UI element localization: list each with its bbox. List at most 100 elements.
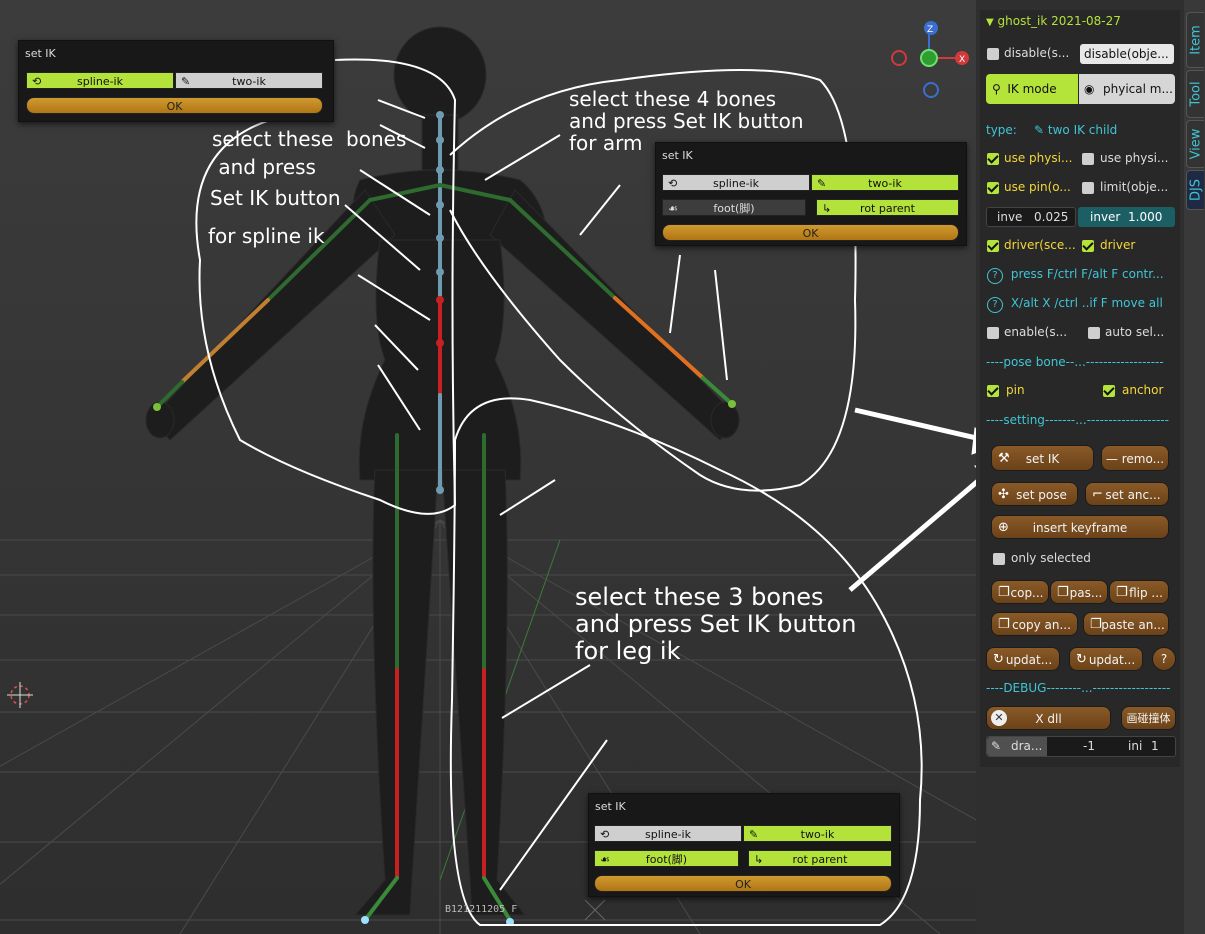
use-pin-checkbox[interactable] <box>987 182 999 194</box>
spline-icon: ⟲ <box>600 828 610 841</box>
annotation-spline-line3: Set IK button <box>210 186 341 210</box>
minus-icon: — <box>1105 452 1118 466</box>
enable-s-label: enable(s... <box>1004 325 1068 339</box>
pose-icon: ✣ <box>998 487 1009 502</box>
driver-scene-checkbox[interactable] <box>987 240 999 252</box>
two-ik-button[interactable]: ✎ two-ik <box>175 72 323 89</box>
annotation-spline-line1: select these bones <box>212 127 407 151</box>
copy-icon: ❐ <box>998 585 1010 600</box>
wrench-icon: ⚒ <box>998 451 1010 466</box>
disable-object-field[interactable]: disable(obje... <box>1080 44 1174 64</box>
popup-title: set IK <box>25 47 56 60</box>
limit-object-label: limit(obje... <box>1100 180 1169 194</box>
bone-icon: ✎ <box>749 828 759 841</box>
close-icon: ✕ <box>991 710 1007 726</box>
spline-ik-button[interactable]: ⟲ spline-ik <box>26 72 174 89</box>
3d-cursor-icon <box>7 682 33 708</box>
ok-button[interactable]: OK <box>662 224 959 241</box>
help-row-2[interactable]: ? X/alt X /ctrl ..if F move all <box>987 296 1163 313</box>
bone-icon: ✎ <box>817 177 827 190</box>
ini-value[interactable]: 1 <box>1151 739 1159 753</box>
draw-toggle[interactable]: ✎ dra... <box>987 737 1047 756</box>
ik-mode-icon: ⚲ <box>992 82 1001 96</box>
use-physics-2-checkbox[interactable] <box>1082 153 1094 165</box>
paste-button[interactable]: ❐ pas... <box>1050 580 1108 604</box>
inverse-right-field[interactable]: inver 1.000 <box>1078 207 1175 227</box>
rotate-parent-icon: ↳ <box>822 202 832 215</box>
tab-djs[interactable]: DJS <box>1186 170 1204 210</box>
object-name-label: B121211205 F <box>445 904 517 915</box>
popup-title: set IK <box>662 149 693 162</box>
remove-button[interactable]: — remo... <box>1101 445 1169 471</box>
flip-button[interactable]: ❐ flip ... <box>1109 580 1169 604</box>
pin-label: pin <box>1006 383 1025 397</box>
physical-mode-button[interactable]: ◉ phyical m... <box>1079 74 1175 104</box>
foot-button[interactable]: ☙ foot(脚) <box>594 850 739 867</box>
pin-checkbox[interactable] <box>987 385 999 397</box>
help-button[interactable]: ? <box>1152 647 1176 671</box>
inverse-left-field[interactable]: inve 0.025 <box>986 207 1076 227</box>
foot-icon: ☙ <box>600 853 610 866</box>
set-ik-popup-arm: set IK ⟲ spline-ik ✎ two-ik ☙ foot(脚) ↳ rot … <box>655 142 967 246</box>
bone-icon: ✎ <box>1034 123 1045 137</box>
ok-button[interactable]: OK <box>594 875 892 892</box>
draw-value[interactable]: -1 <box>1083 739 1095 753</box>
foot-icon: ☙ <box>668 202 678 215</box>
copy-button[interactable]: ❐ cop... <box>991 580 1049 604</box>
ik-mode-button[interactable]: ⚲ IK mode <box>986 74 1078 104</box>
rot-parent-button[interactable]: ↳ rot parent <box>816 199 959 216</box>
annotation-spline-line2: and press <box>212 155 316 179</box>
set-ik-button[interactable]: ⚒ set IK <box>991 445 1094 471</box>
set-ik-popup-spline: set IK ⟲ spline-ik ✎ two-ik OK <box>18 40 334 122</box>
only-selected-checkbox[interactable] <box>993 553 1005 565</box>
copy-icon: ❐ <box>998 617 1010 632</box>
use-physics-1-checkbox[interactable] <box>987 153 999 165</box>
help-row-1[interactable]: ? press F/ctrl F/alt F contr... <box>987 267 1164 284</box>
tab-tool[interactable]: Tool <box>1186 70 1204 118</box>
spline-icon: ⟲ <box>668 177 678 190</box>
refresh-icon: ↻ <box>993 652 1004 667</box>
tab-view[interactable]: View <box>1186 120 1204 168</box>
auto-select-label: auto sel... <box>1105 325 1165 339</box>
enable-s-checkbox[interactable] <box>987 327 999 339</box>
disable-scene-checkbox[interactable] <box>987 48 999 60</box>
spline-ik-button[interactable]: ⟲ spline-ik <box>662 174 810 191</box>
driver-checkbox[interactable] <box>1082 240 1094 252</box>
anchor-checkbox[interactable] <box>1103 385 1115 397</box>
only-selected-label: only selected <box>1011 551 1091 565</box>
pencil-icon: ✎ <box>991 739 1002 753</box>
draw-collision-button[interactable]: 画碰撞体 <box>1121 706 1176 730</box>
x-dll-button[interactable]: ✕ X dll <box>986 706 1111 730</box>
update-button-1[interactable]: ↻ updat... <box>986 647 1060 671</box>
svg-text:X: X <box>959 55 965 65</box>
insert-keyframe-button[interactable]: ⊕ insert keyframe <box>991 515 1169 539</box>
set-anchor-button[interactable]: ⌐ set anc... <box>1085 482 1169 506</box>
annotation-leg: select these 3 bones and press Set IK bu… <box>575 583 857 665</box>
set-pose-button[interactable]: ✣ set pose <box>991 482 1078 506</box>
rot-parent-button[interactable]: ↳ rot parent <box>748 850 892 867</box>
svg-text:Z: Z <box>927 25 933 35</box>
ini-label: ini <box>1128 739 1143 753</box>
two-ik-button[interactable]: ✎ two-ik <box>743 825 892 842</box>
big-arrows <box>848 407 976 592</box>
separator-setting: ----setting-------...------------------- <box>986 413 1169 427</box>
use-physics-2-label: use physi... <box>1100 151 1169 165</box>
paste-anchor-button[interactable]: ❐ paste an... <box>1083 612 1169 636</box>
tab-item[interactable]: Item <box>1186 12 1204 68</box>
update-button-2[interactable]: ↻ updat... <box>1069 647 1143 671</box>
spline-icon: ⟲ <box>32 75 42 88</box>
panel-header[interactable]: ▼ ghost_ik 2021-08-27 <box>986 14 1121 28</box>
copy-anchor-button[interactable]: ❐ copy an... <box>991 612 1078 636</box>
limit-object-checkbox[interactable] <box>1082 182 1094 194</box>
spline-ik-button[interactable]: ⟲ spline-ik <box>594 825 742 842</box>
driver-scene-label: driver(sce... <box>1004 238 1076 252</box>
separator-debug: ----DEBUG--------...------------------ <box>986 681 1171 695</box>
auto-select-checkbox[interactable] <box>1088 327 1100 339</box>
ok-button[interactable]: OK <box>26 97 323 114</box>
two-ik-button[interactable]: ✎ two-ik <box>811 174 959 191</box>
keyframe-icon: ⊕ <box>998 520 1009 535</box>
foot-button[interactable]: ☙ foot(脚) <box>662 199 806 216</box>
3d-viewport[interactable]: Z X B121211205 F select these bones and … <box>0 0 976 934</box>
camera-marker-icon <box>584 899 606 921</box>
collapse-icon: ▼ <box>986 17 994 28</box>
